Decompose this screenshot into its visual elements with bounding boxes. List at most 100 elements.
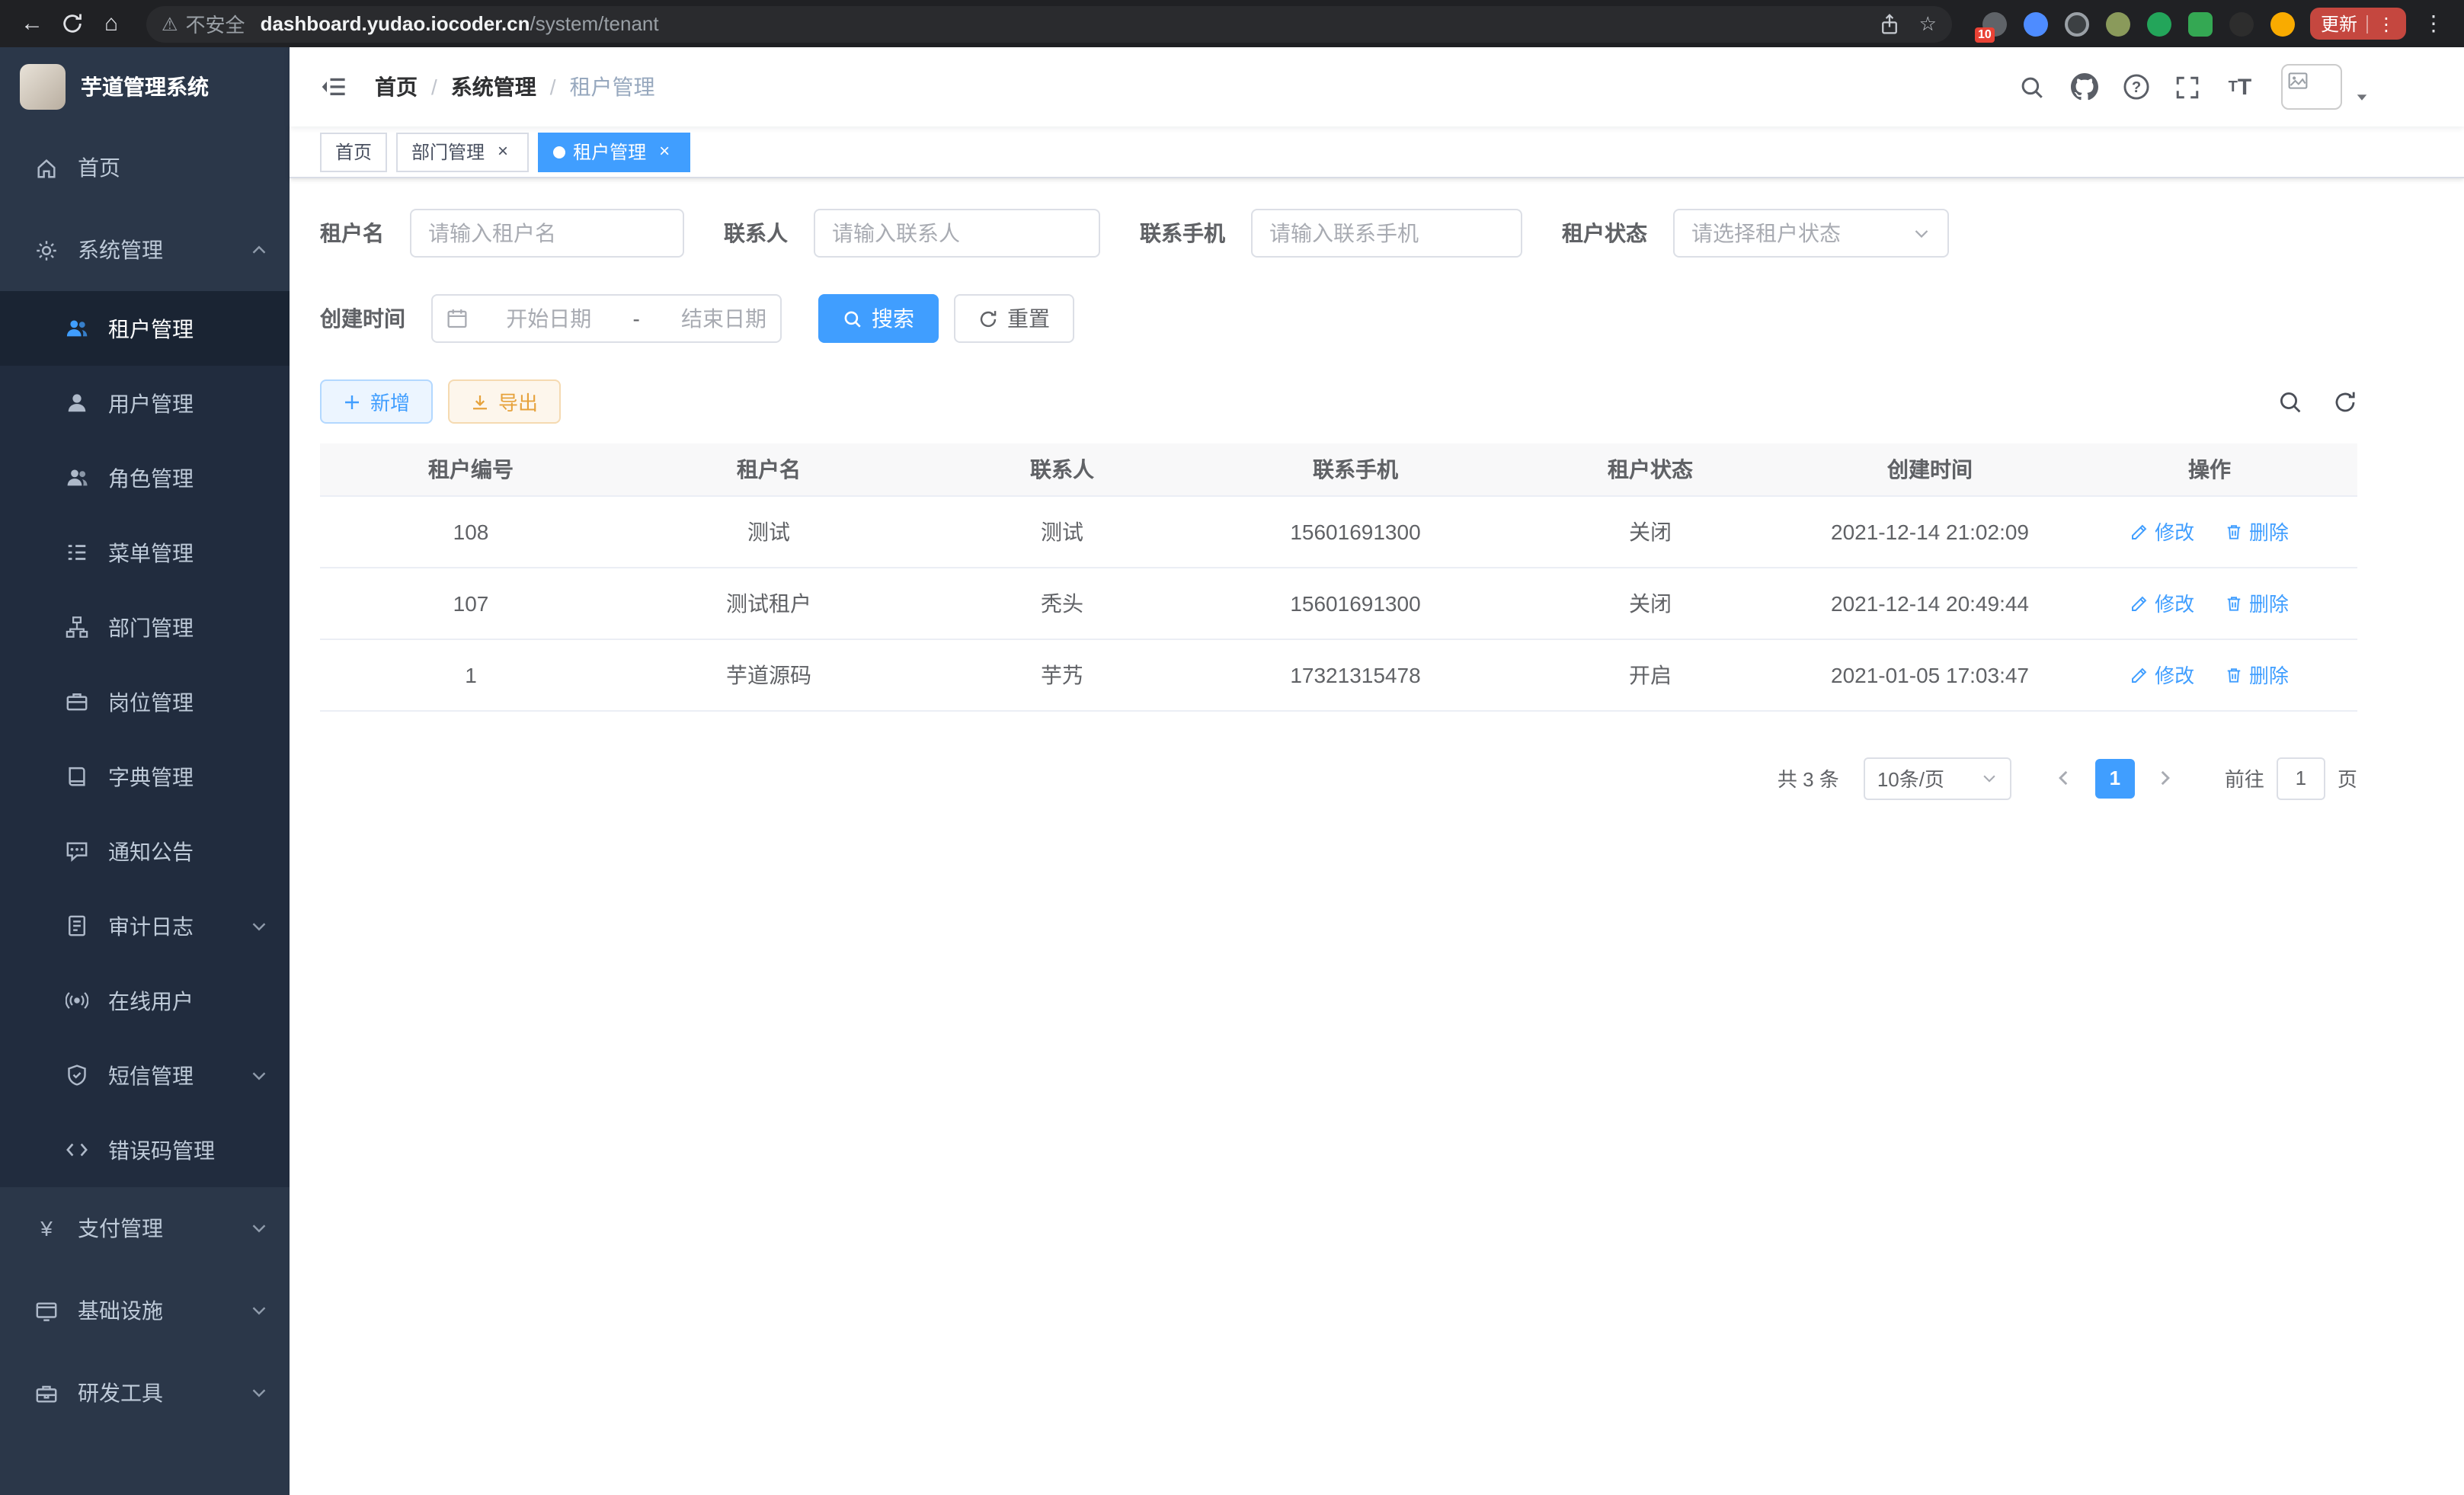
sidebar-item-sms[interactable]: 短信管理 (0, 1038, 290, 1112)
sidebar-item-user[interactable]: 用户管理 (0, 366, 290, 440)
sidebar-item-label: 支付管理 (78, 1213, 163, 1244)
browser-home-icon[interactable]: ⌂ (91, 5, 131, 42)
delete-button[interactable]: 删除 (2225, 517, 2289, 546)
avatar[interactable] (2281, 64, 2342, 110)
breadcrumb-system[interactable]: 系统管理 (451, 72, 536, 102)
address-bar[interactable]: ⚠ 不安全 dashboard.yudao.iocoder.cn /system… (146, 5, 1952, 42)
tag-tenant[interactable]: 租户管理 × (538, 132, 690, 171)
filter-phone: 联系手机 (1140, 209, 1522, 258)
reset-button[interactable]: 重置 (954, 294, 1074, 343)
extension-icon[interactable] (2188, 11, 2213, 36)
tag-home[interactable]: 首页 (320, 132, 387, 171)
extension-icon[interactable] (2147, 11, 2171, 36)
sidebar-item-payment[interactable]: ¥ 支付管理 (0, 1187, 290, 1269)
extension-icon[interactable] (2270, 11, 2295, 36)
search-icon[interactable] (2007, 61, 2059, 113)
filter-tenant-name: 租户名 (320, 209, 684, 258)
sidebar-item-home[interactable]: 首页 (0, 126, 290, 209)
sidebar-item-label: 字典管理 (108, 761, 194, 792)
search-button[interactable]: 搜索 (818, 294, 939, 343)
export-button[interactable]: 导出 (448, 379, 561, 424)
sidebar-item-notice[interactable]: 通知公告 (0, 814, 290, 888)
chevron-down-icon (1981, 770, 1998, 786)
table-search-toggle-icon[interactable] (2278, 389, 2302, 414)
page-size-select[interactable]: 10条/页 (1864, 757, 2011, 799)
browser-menu-icon[interactable]: ⋮ (2418, 11, 2449, 37)
goto-page-input[interactable] (2277, 757, 2325, 799)
breadcrumb-home[interactable]: 首页 (375, 72, 418, 102)
cell-contact: 测试 (916, 495, 1208, 567)
browser-reload-icon[interactable] (52, 5, 91, 42)
extension-icon[interactable] (2106, 11, 2130, 36)
trash-icon (2225, 522, 2243, 540)
breadcrumb-current: 租户管理 (570, 72, 655, 102)
status-select[interactable]: 请选择租户状态 (1673, 209, 1949, 258)
navbar: 首页 / 系统管理 / 租户管理 ? (290, 47, 2464, 126)
sidebar-item-tenant[interactable]: 租户管理 (0, 291, 290, 366)
github-icon[interactable] (2059, 61, 2110, 113)
sidebar-toggle-icon[interactable] (318, 72, 349, 102)
column-header: 租户状态 (1502, 443, 1798, 495)
sidebar-item-label: 用户管理 (108, 388, 194, 418)
prev-page-button[interactable] (2045, 758, 2085, 798)
edit-button[interactable]: 修改 (2130, 660, 2194, 689)
tenant-name-input[interactable] (428, 221, 666, 245)
help-icon[interactable]: ? (2110, 61, 2162, 113)
add-button[interactable]: 新增 (320, 379, 433, 424)
page-number-current[interactable]: 1 (2095, 758, 2135, 798)
delete-button[interactable]: 删除 (2225, 588, 2289, 617)
delete-button[interactable]: 删除 (2225, 660, 2289, 689)
goto-label: 前往 (2225, 764, 2264, 792)
sidebar-item-dept[interactable]: 部门管理 (0, 590, 290, 664)
sidebar-item-devtools[interactable]: 研发工具 (0, 1352, 290, 1434)
phone-input[interactable] (1269, 221, 1504, 245)
download-icon (471, 392, 489, 411)
avatar-caret-icon[interactable] (2354, 90, 2370, 105)
sidebar-item-post[interactable]: 岗位管理 (0, 664, 290, 739)
chevron-down-icon (250, 1066, 268, 1084)
sidebar-item-online-user[interactable]: 在线用户 (0, 963, 290, 1038)
filter-row-2: 创建时间 开始日期 - 结束日期 搜索 (320, 294, 2357, 343)
date-range-picker[interactable]: 开始日期 - 结束日期 (431, 294, 782, 343)
browser-update-button[interactable]: 更新 ⋮ (2310, 8, 2406, 40)
briefcase-icon (64, 689, 90, 715)
close-icon[interactable]: × (654, 141, 675, 162)
sidebar-logo[interactable]: 芋道管理系统 (0, 47, 290, 126)
field-label: 联系人 (724, 218, 788, 248)
browser-back-icon[interactable]: ← (12, 5, 52, 42)
sidebar-item-role[interactable]: 角色管理 (0, 440, 290, 515)
column-header: 操作 (2062, 443, 2357, 495)
cell-name: 测试租户 (622, 567, 916, 639)
extension-icon[interactable] (2065, 11, 2089, 36)
field-label: 租户状态 (1562, 218, 1647, 248)
cell-id: 1 (320, 639, 622, 710)
font-size-icon[interactable]: TT (2214, 61, 2266, 113)
bookmark-star-icon[interactable]: ☆ (1919, 11, 1937, 36)
contact-input[interactable] (832, 221, 1082, 245)
close-icon[interactable]: × (492, 141, 514, 162)
filter-create-time: 创建时间 开始日期 - 结束日期 (320, 294, 782, 343)
page-unit-label: 页 (2338, 764, 2357, 792)
sidebar-item-error-code[interactable]: 错误码管理 (0, 1112, 290, 1187)
extension-icon[interactable] (2229, 11, 2254, 36)
edit-button[interactable]: 修改 (2130, 517, 2194, 546)
sidebar-item-label: 首页 (78, 152, 120, 183)
share-icon[interactable] (1880, 13, 1901, 34)
extension-badge: 10 (1975, 27, 1995, 42)
sidebar-item-audit-log[interactable]: 审计日志 (0, 888, 290, 963)
phone-input-wrap (1251, 209, 1522, 258)
fullscreen-icon[interactable] (2162, 61, 2214, 113)
pagination-goto: 前往 页 (2225, 757, 2357, 799)
extension-icon[interactable]: 10 (1982, 11, 2007, 36)
sidebar-item-infra[interactable]: 基础设施 (0, 1269, 290, 1352)
next-page-button[interactable] (2146, 758, 2185, 798)
sidebar-item-dict[interactable]: 字典管理 (0, 739, 290, 814)
edit-button[interactable]: 修改 (2130, 588, 2194, 617)
sidebar-item-system[interactable]: 系统管理 (0, 209, 290, 291)
notice-icon (64, 838, 90, 864)
tag-dept[interactable]: 部门管理 × (396, 132, 529, 171)
sidebar-item-menu[interactable]: 菜单管理 (0, 515, 290, 590)
table-refresh-icon[interactable] (2333, 389, 2357, 414)
sidebar-item-label: 短信管理 (108, 1060, 194, 1090)
extension-icon[interactable] (2024, 11, 2048, 36)
